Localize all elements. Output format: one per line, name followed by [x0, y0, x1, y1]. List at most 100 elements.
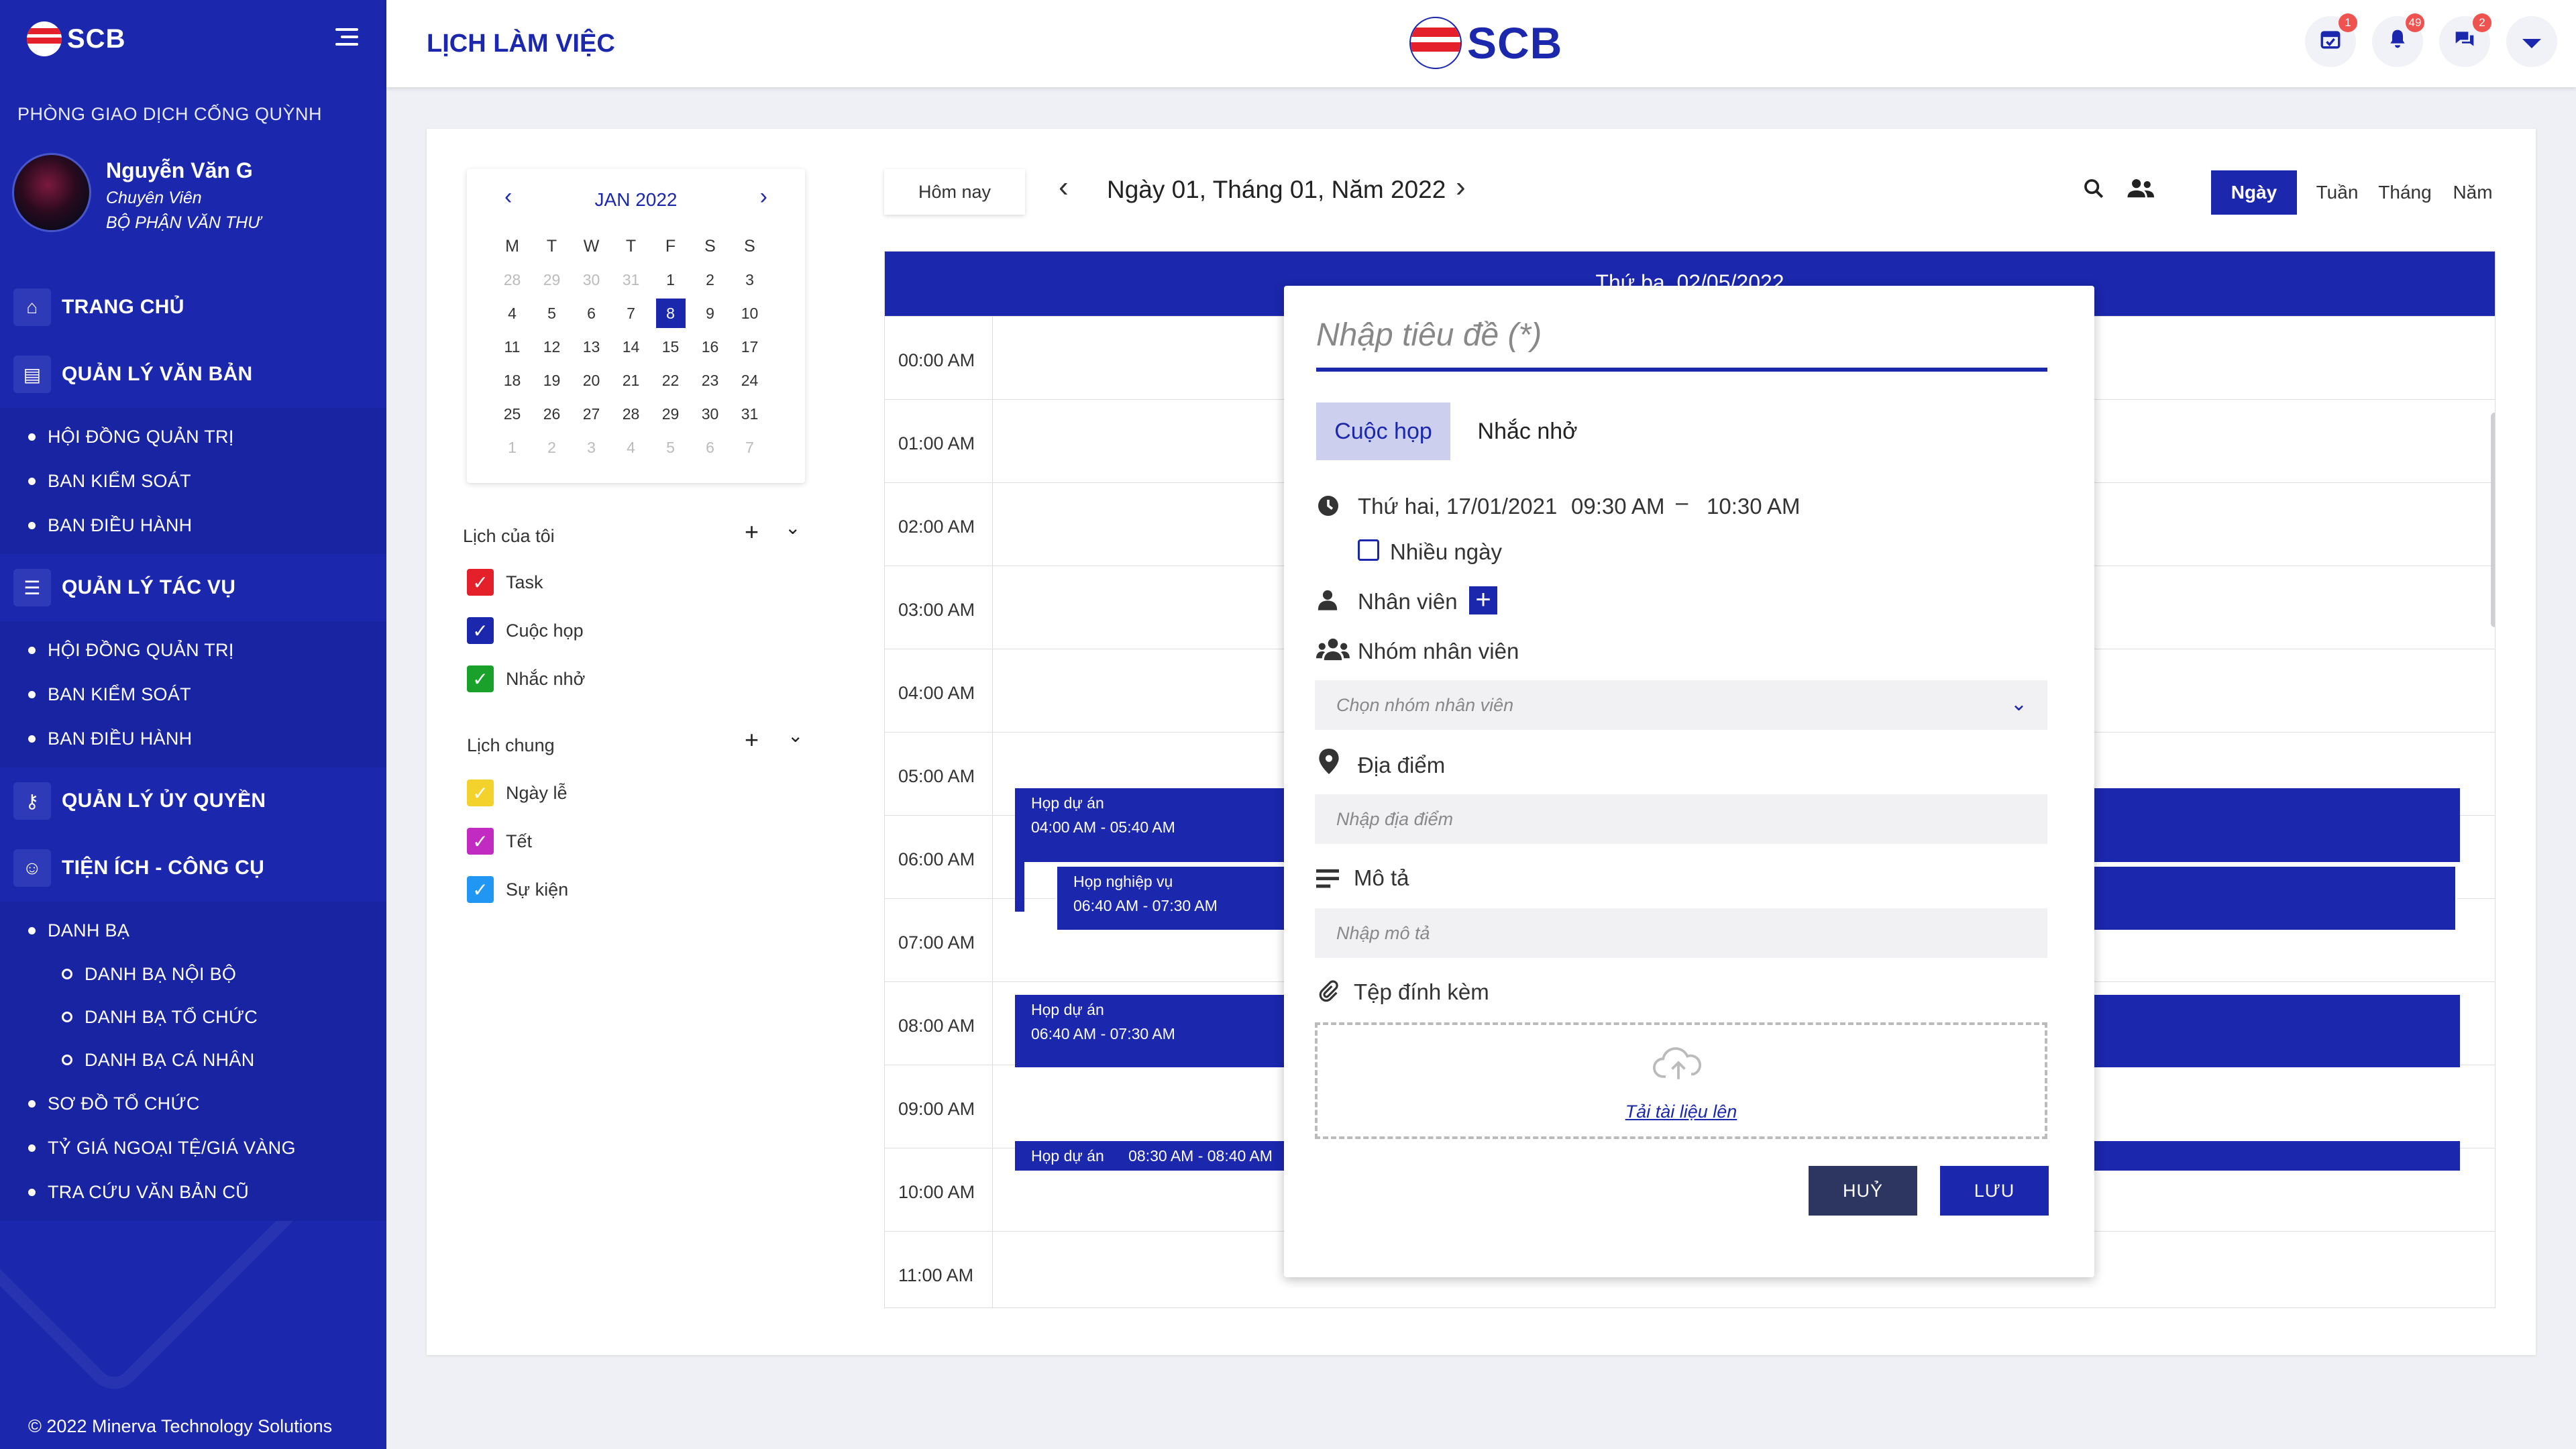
sidebar-logo[interactable]: SCB: [27, 21, 125, 56]
day-cell[interactable]: 17: [730, 330, 769, 364]
calendar-filter-holiday[interactable]: ✓ Ngày lễ: [467, 780, 568, 806]
day-cell[interactable]: 2: [690, 263, 730, 297]
day-cell[interactable]: 3: [730, 263, 769, 297]
day-cell[interactable]: 1: [651, 263, 690, 297]
day-cell[interactable]: 31: [730, 397, 769, 431]
next-day-icon[interactable]: ›: [1456, 170, 1466, 204]
day-cell[interactable]: 12: [532, 330, 572, 364]
account-menu-button[interactable]: [2506, 16, 2557, 67]
menu-delegation[interactable]: ⚷ QUẢN LÝ ỦY QUYỀN: [0, 767, 386, 835]
description-input[interactable]: Nhập mô tả: [1315, 908, 2047, 958]
day-cell[interactable]: 27: [572, 397, 611, 431]
employee-group-select[interactable]: Chọn nhóm nhân viên ⌄: [1315, 680, 2047, 730]
submenu-item-internal-contacts[interactable]: DANH BẠ NỘI BỘ: [0, 953, 386, 996]
day-cell[interactable]: 10: [730, 297, 769, 330]
add-shared-calendar-icon[interactable]: +: [745, 726, 759, 754]
people-icon[interactable]: [2127, 177, 2156, 206]
cancel-button[interactable]: HUỶ: [1809, 1166, 1917, 1216]
submenu-item[interactable]: BAN KIỂM SOÁT: [0, 459, 386, 503]
day-cell[interactable]: 2: [532, 431, 572, 464]
multi-day-checkbox[interactable]: [1358, 539, 1379, 561]
submenu-item[interactable]: BAN ĐIỀU HÀNH: [0, 716, 386, 761]
today-button[interactable]: Hôm nay: [884, 169, 1025, 215]
submenu-item-org-chart[interactable]: SƠ ĐỒ TỔ CHỨC: [0, 1081, 386, 1126]
tab-reminder[interactable]: Nhắc nhở: [1464, 402, 1591, 460]
upload-dropzone[interactable]: Tải tài liệu lên: [1315, 1022, 2047, 1139]
day-cell[interactable]: 28: [492, 263, 532, 297]
end-time[interactable]: 10:30 AM: [1707, 494, 1800, 519]
view-day-button[interactable]: Ngày: [2211, 170, 2297, 215]
day-cell[interactable]: 7: [611, 297, 651, 330]
menu-home[interactable]: ⌂ TRANG CHỦ: [0, 274, 386, 341]
day-cell[interactable]: 24: [730, 364, 769, 397]
calendar-button[interactable]: 1: [2305, 13, 2357, 67]
calendar-filter-event[interactable]: ✓ Sự kiện: [467, 876, 568, 903]
notifications-button[interactable]: 49: [2372, 13, 2424, 67]
save-button[interactable]: LƯU: [1940, 1166, 2049, 1216]
day-cell[interactable]: 5: [651, 431, 690, 464]
day-cell[interactable]: 6: [572, 297, 611, 330]
day-cell[interactable]: 9: [690, 297, 730, 330]
day-cell[interactable]: 13: [572, 330, 611, 364]
user-profile[interactable]: Nguyễn Văn G Chuyên Viên BỘ PHẬN VĂN THƯ: [12, 153, 261, 233]
submenu-item[interactable]: BAN ĐIỀU HÀNH: [0, 503, 386, 547]
day-cell[interactable]: 6: [690, 431, 730, 464]
menu-tasks[interactable]: ☰ QUẢN LÝ TÁC VỤ: [0, 554, 386, 621]
tab-meeting[interactable]: Cuộc họp: [1316, 402, 1450, 460]
chevron-down-icon[interactable]: ⌄: [788, 724, 803, 747]
submenu-item-exchange-rate[interactable]: TỶ GIÁ NGOẠI TỆ/GIÁ VÀNG: [0, 1126, 386, 1170]
title-input[interactable]: Nhập tiêu đề (*): [1316, 317, 2047, 372]
day-cell[interactable]: 31: [611, 263, 651, 297]
submenu-item[interactable]: BAN KIỂM SOÁT: [0, 672, 386, 716]
event-block-tail[interactable]: [1015, 862, 1024, 912]
day-cell[interactable]: 21: [611, 364, 651, 397]
menu-documents[interactable]: ▤ QUẢN LÝ VĂN BẢN: [0, 341, 386, 408]
day-cell[interactable]: 29: [532, 263, 572, 297]
upload-link[interactable]: Tải tài liệu lên: [1318, 1102, 2045, 1122]
prev-day-icon[interactable]: ‹: [1059, 170, 1069, 204]
day-cell[interactable]: 11: [492, 330, 532, 364]
view-month-button[interactable]: Tháng: [2375, 170, 2435, 215]
day-cell[interactable]: 1: [492, 431, 532, 464]
submenu-item-personal-contacts[interactable]: DANH BẠ CÁ NHÂN: [0, 1038, 386, 1081]
day-cell[interactable]: 4: [492, 297, 532, 330]
day-cell[interactable]: 25: [492, 397, 532, 431]
view-year-button[interactable]: Năm: [2447, 170, 2498, 215]
grid-scrollbar[interactable]: [2491, 413, 2495, 627]
add-employee-icon[interactable]: +: [1469, 586, 1497, 614]
day-cell[interactable]: 30: [572, 263, 611, 297]
day-cell[interactable]: 5: [532, 297, 572, 330]
submenu-item-old-documents[interactable]: TRA CỨU VĂN BẢN CŨ: [0, 1170, 386, 1214]
day-cell[interactable]: 20: [572, 364, 611, 397]
view-week-button[interactable]: Tuần: [2312, 170, 2363, 215]
calendar-filter-meeting[interactable]: ✓ Cuộc họp: [467, 617, 584, 644]
search-icon[interactable]: [2082, 177, 2105, 206]
submenu-item-contacts[interactable]: DANH BẠ: [0, 908, 386, 953]
day-cell[interactable]: 28: [611, 397, 651, 431]
chevron-down-icon[interactable]: ⌄: [785, 517, 800, 539]
day-cell[interactable]: 15: [651, 330, 690, 364]
menu-toggle-icon[interactable]: [335, 28, 358, 46]
day-cell[interactable]: 16: [690, 330, 730, 364]
submenu-item[interactable]: HỘI ĐỒNG QUẢN TRỊ: [0, 415, 386, 459]
day-cell[interactable]: 4: [611, 431, 651, 464]
submenu-item[interactable]: HỘI ĐỒNG QUẢN TRỊ: [0, 628, 386, 672]
calendar-filter-task[interactable]: ✓ Task: [467, 569, 543, 596]
day-cell[interactable]: 22: [651, 364, 690, 397]
submenu-item-org-contacts[interactable]: DANH BẠ TỔ CHỨC: [0, 996, 386, 1038]
day-cell[interactable]: 23: [690, 364, 730, 397]
day-cell-selected[interactable]: 8: [651, 297, 690, 330]
day-cell[interactable]: 26: [532, 397, 572, 431]
menu-tools[interactable]: ☺ TIỆN ÍCH - CÔNG CỤ: [0, 835, 386, 902]
day-cell[interactable]: 30: [690, 397, 730, 431]
day-cell[interactable]: 29: [651, 397, 690, 431]
messages-button[interactable]: 2: [2439, 13, 2491, 67]
location-input[interactable]: Nhập địa điểm: [1315, 794, 2047, 844]
day-cell[interactable]: 3: [572, 431, 611, 464]
calendar-filter-tet[interactable]: ✓ Tết: [467, 828, 532, 855]
day-cell[interactable]: 18: [492, 364, 532, 397]
calendar-filter-reminder[interactable]: ✓ Nhắc nhở: [467, 665, 585, 692]
start-time[interactable]: 09:30 AM: [1571, 494, 1664, 519]
event-date[interactable]: Thứ hai, 17/01/2021: [1358, 494, 1557, 519]
day-cell[interactable]: 19: [532, 364, 572, 397]
